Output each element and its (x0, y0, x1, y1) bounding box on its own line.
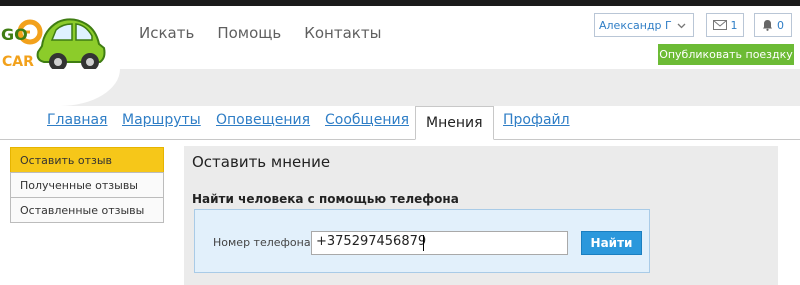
sidebar-item-received-reviews[interactable]: Полученные отзывы (10, 172, 164, 198)
tab-bar: Главная Маршруты Оповещения Сообщения Мн… (0, 106, 800, 140)
tab-opinions[interactable]: Мнения (415, 106, 494, 140)
gocar-logo[interactable]: CAR GO (0, 10, 112, 74)
logo-go-text: GO (1, 25, 28, 44)
page-title: Оставить мнение (192, 153, 331, 171)
tab-profile[interactable]: Профайл (503, 112, 570, 128)
chevron-down-icon (677, 23, 686, 29)
messages-button[interactable]: 1 (706, 13, 744, 37)
header-band (0, 69, 800, 106)
nav-contacts[interactable]: Контакты (304, 24, 381, 42)
bell-icon (763, 20, 772, 31)
tab-alerts[interactable]: Оповещения (216, 112, 310, 128)
user-menu-dropdown[interactable]: Александр Г (594, 13, 694, 37)
sidebar: Оставить отзыв Полученные отзывы Оставле… (10, 147, 164, 223)
logo-curve (0, 69, 120, 106)
phone-label: Номер телефона (213, 236, 311, 249)
phone-search-box: Номер телефона +375297456879 Найти (194, 209, 650, 273)
tab-main[interactable]: Главная (47, 112, 107, 128)
section-subtitle: Найти человека с помощью телефона (192, 192, 459, 206)
top-bar (0, 0, 800, 6)
user-name: Александр Г (599, 18, 672, 32)
nav-search[interactable]: Искать (139, 24, 194, 42)
car-logo-icon: CAR GO (1, 18, 106, 71)
main-nav: Искать Помощь Контакты (139, 24, 381, 42)
nav-help[interactable]: Помощь (217, 24, 281, 42)
envelope-icon (712, 20, 727, 30)
text-cursor (423, 235, 424, 251)
tab-routes[interactable]: Маршруты (122, 112, 201, 128)
tab-messages[interactable]: Сообщения (325, 112, 409, 128)
notifications-count: 0 (777, 18, 784, 32)
publish-trip-button[interactable]: Опубликовать поездку (658, 44, 794, 65)
logo-car-text: CAR (2, 54, 34, 70)
sidebar-item-leave-review[interactable]: Оставить отзыв (10, 147, 164, 173)
leave-opinion-panel: Оставить мнение Найти человека с помощью… (184, 146, 778, 285)
notifications-button[interactable]: 0 (754, 13, 792, 37)
sidebar-item-left-reviews[interactable]: Оставленные отзывы (10, 197, 164, 223)
messages-count: 1 (730, 18, 738, 32)
find-button[interactable]: Найти (581, 231, 642, 255)
phone-input[interactable]: +375297456879 (311, 231, 568, 255)
